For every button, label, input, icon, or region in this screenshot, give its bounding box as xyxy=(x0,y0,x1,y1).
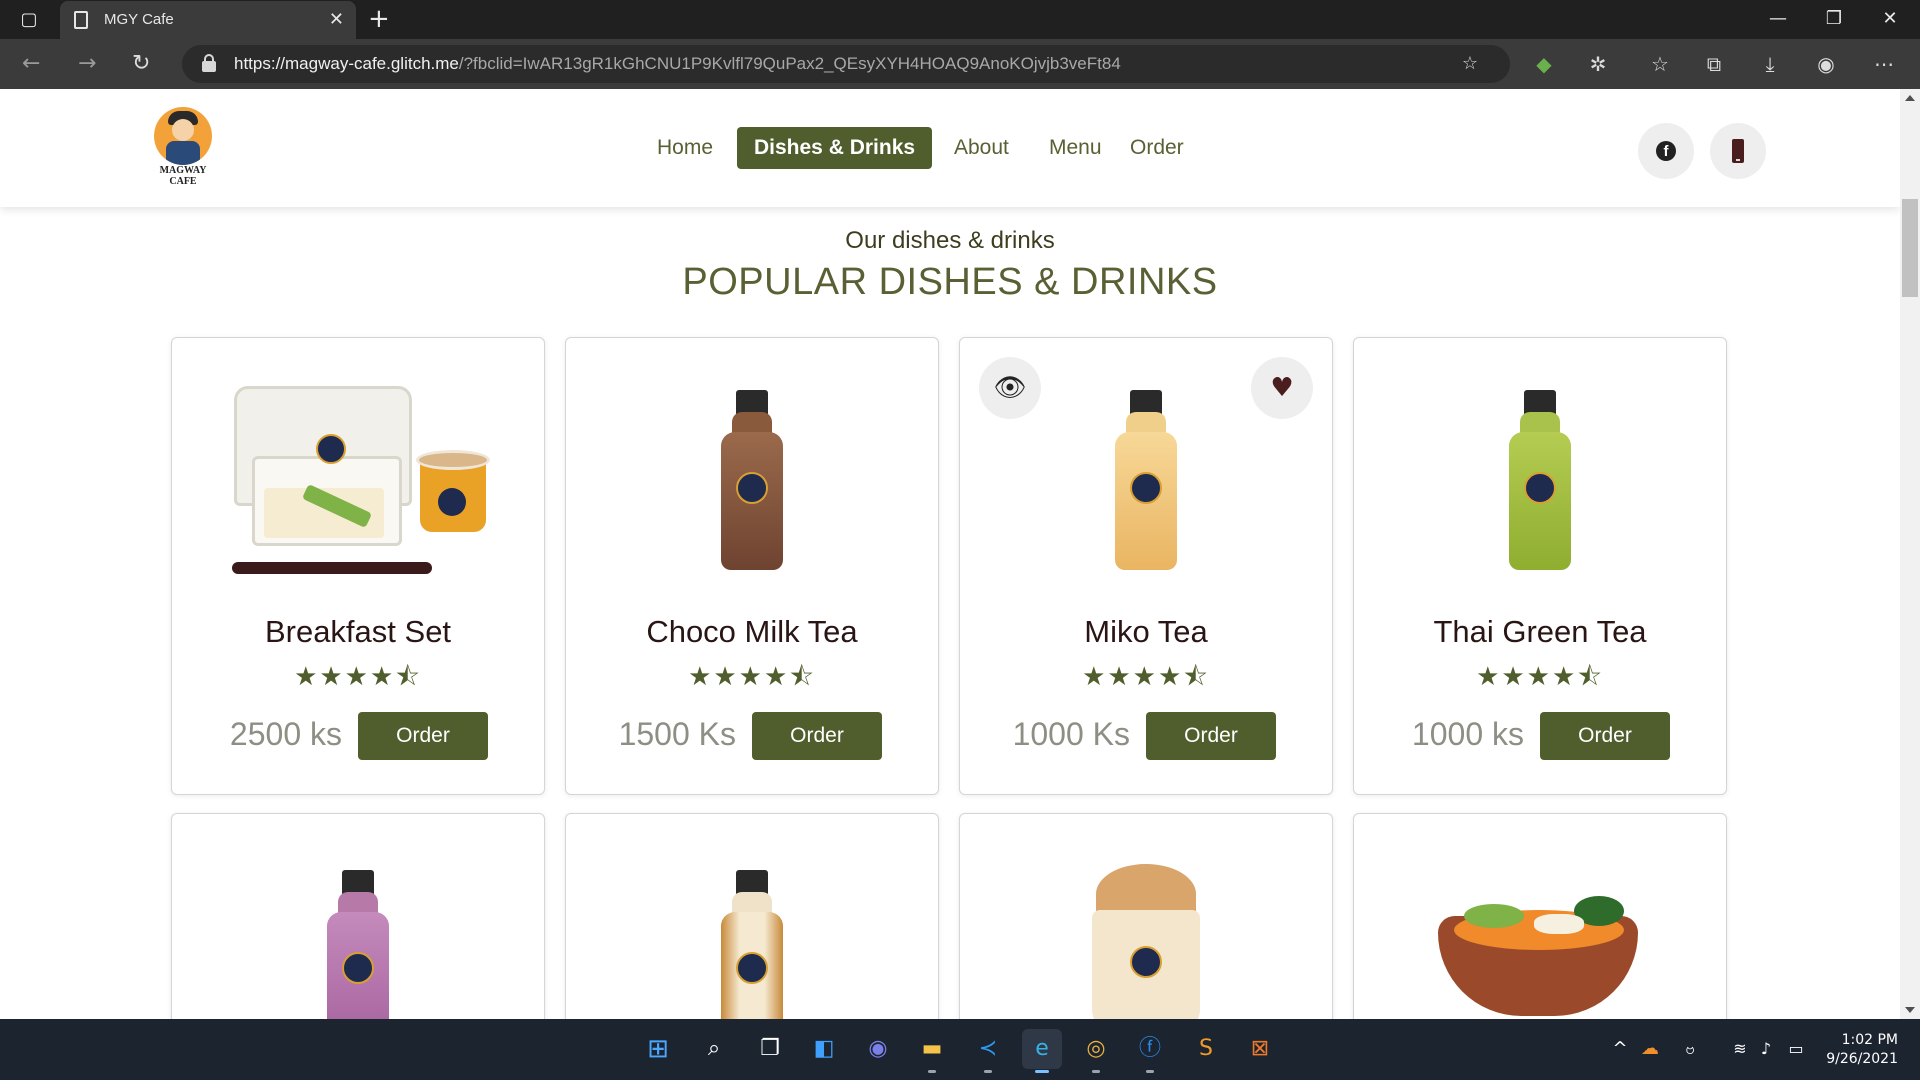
caramel-drink-image xyxy=(721,870,783,1019)
logo-emblem xyxy=(154,107,212,165)
forward-icon[interactable]: → xyxy=(78,39,96,89)
choco-milk-tea-image xyxy=(721,390,783,570)
product-name: Thai Green Tea xyxy=(1433,614,1647,649)
product-price: 1000 ks xyxy=(1411,716,1524,752)
nav-order[interactable]: Order xyxy=(1113,127,1201,169)
site-header: MAGWAY CAFE Home Dishes & Drinks About M… xyxy=(0,89,1900,207)
address-toolbar: ← → ↻ https://magway-cafe.glitch.me/?fbc… xyxy=(0,39,1920,89)
search-icon[interactable]: ⌕ xyxy=(694,1029,734,1069)
language-icon[interactable]: ဗ xyxy=(1670,1029,1710,1069)
phone-button[interactable] xyxy=(1710,123,1766,179)
product-price: 1500 Ks xyxy=(618,716,736,752)
phone-icon xyxy=(1732,139,1744,163)
product-card-miko-tea[interactable]: 👁 ♥ Miko Tea ★★★★⯪ 1000 Ks Order xyxy=(959,337,1333,795)
url-text[interactable]: https://magway-cafe.glitch.me/?fbclid=Iw… xyxy=(234,54,1121,74)
miko-tea-image xyxy=(1115,390,1177,570)
nav-menu[interactable]: Menu xyxy=(1032,127,1119,169)
browser-tab[interactable]: MGY Cafe ✕ xyxy=(60,1,356,39)
nav-about[interactable]: About xyxy=(937,127,1026,169)
tab-title: MGY Cafe xyxy=(104,11,174,28)
restore-icon[interactable]: ❐ xyxy=(1806,0,1862,39)
favorites-icon[interactable]: ☆ xyxy=(1640,39,1680,89)
page-scrollbar[interactable] xyxy=(1900,89,1920,1019)
back-icon[interactable]: ← xyxy=(22,39,40,89)
order-button[interactable]: Order xyxy=(752,712,882,760)
sublime-icon[interactable]: S xyxy=(1186,1029,1226,1069)
extensions-icon[interactable]: ✲ xyxy=(1578,39,1618,89)
facebook-button[interactable]: f xyxy=(1638,123,1694,179)
product-card[interactable] xyxy=(171,813,545,1019)
cloud-icon[interactable]: ☁ xyxy=(1630,1029,1670,1069)
product-name: Choco Milk Tea xyxy=(646,614,858,649)
clock-time: 1:02 PM xyxy=(1841,1032,1898,1048)
section-title: POPULAR DISHES & DRINKS xyxy=(682,261,1218,303)
product-card-thai-green-tea[interactable]: Thai Green Tea ★★★★⯪ 1000 ks Order xyxy=(1353,337,1727,795)
new-tab-icon[interactable]: + xyxy=(368,0,390,38)
collections-icon[interactable]: ⧉ xyxy=(1694,39,1734,89)
site-logo[interactable]: MAGWAY CAFE xyxy=(148,107,218,189)
downloads-icon[interactable]: ⤓ xyxy=(1750,39,1790,89)
taskbar: ⊞ ⌕ ❐ ◧ ◉ ▬ ≺ e ◎ ⓕ S ⊠ ^ ☁ ဗ ≋ ♪ ▭ 1:02… xyxy=(0,1019,1920,1080)
rating-stars: ★★★★⯪ xyxy=(294,662,422,692)
widgets-icon[interactable]: ◧ xyxy=(804,1029,844,1069)
rating-stars: ★★★★⯪ xyxy=(1082,662,1210,692)
product-price: 2500 ks xyxy=(229,716,342,752)
product-card[interactable] xyxy=(959,813,1333,1019)
more-options-icon[interactable]: ⋯ xyxy=(1864,39,1904,89)
extension-icon[interactable]: ◆ xyxy=(1524,39,1564,89)
rating-stars: ★★★★⯪ xyxy=(688,662,816,692)
product-name: Miko Tea xyxy=(1084,614,1208,649)
profile-avatar[interactable]: ◉ xyxy=(1806,39,1846,89)
add-favorite-icon[interactable]: ☆ xyxy=(1450,39,1490,89)
facebook-app-icon[interactable]: ⓕ xyxy=(1130,1029,1170,1073)
lock-icon[interactable] xyxy=(202,54,216,72)
order-button[interactable]: Order xyxy=(358,712,488,760)
xampp-icon[interactable]: ⊠ xyxy=(1240,1029,1280,1069)
product-card-choco-milk-tea[interactable]: Choco Milk Tea ★★★★⯪ 1500 Ks Order xyxy=(565,337,939,795)
vscode-icon[interactable]: ≺ xyxy=(968,1029,1008,1073)
thai-green-tea-image xyxy=(1509,390,1571,570)
browser-tab-bar: ▢ MGY Cafe ✕ + — ❐ ✕ xyxy=(0,0,1920,39)
section-subtitle: Our dishes & drinks xyxy=(845,227,1055,254)
url-query: /?fbclid=IwAR13gR1kGhCNU1P9Kvlfl79QuPax2… xyxy=(458,54,1121,73)
minimize-icon[interactable]: — xyxy=(1750,0,1806,39)
rating-stars: ★★★★⯪ xyxy=(1476,662,1604,692)
nav-dishes-drinks[interactable]: Dishes & Drinks xyxy=(737,127,933,169)
product-card[interactable] xyxy=(565,813,939,1019)
nav-home[interactable]: Home xyxy=(640,127,730,169)
heart-icon[interactable]: ♥ xyxy=(1251,357,1313,419)
refresh-icon[interactable]: ↻ xyxy=(132,39,150,89)
close-window-icon[interactable]: ✕ xyxy=(1862,0,1918,39)
battery-icon[interactable]: ▭ xyxy=(1776,1029,1816,1069)
tab-actions-icon[interactable]: ▢ xyxy=(14,0,44,39)
address-bar[interactable]: https://magway-cafe.glitch.me/?fbclid=Iw… xyxy=(182,45,1510,83)
url-host: https://magway-cafe.glitch.me xyxy=(234,54,459,73)
page-icon xyxy=(74,11,88,29)
product-price: 1000 Ks xyxy=(1012,716,1130,752)
logo-text-line2: CAFE xyxy=(169,176,197,187)
order-button[interactable]: Order xyxy=(1146,712,1276,760)
clock[interactable]: 1:02 PM 9/26/2021 xyxy=(1826,1031,1898,1069)
scroll-down-icon[interactable] xyxy=(1905,1007,1915,1013)
berry-drink-image xyxy=(327,870,389,1019)
product-card[interactable] xyxy=(1353,813,1727,1019)
product-name: Breakfast Set xyxy=(264,614,452,649)
logo-text: MAGWAY CAFE xyxy=(148,165,218,187)
scrollbar-thumb[interactable] xyxy=(1902,199,1918,297)
chrome-icon[interactable]: ◎ xyxy=(1076,1029,1116,1073)
chat-icon[interactable]: ◉ xyxy=(858,1029,898,1069)
view-icon[interactable]: 👁 xyxy=(979,357,1041,419)
web-page: MAGWAY CAFE Home Dishes & Drinks About M… xyxy=(0,89,1900,1019)
close-tab-icon[interactable]: ✕ xyxy=(329,9,344,30)
product-card-breakfast-set[interactable]: Breakfast Set ★★★★⯪ 2500 ks Order xyxy=(171,337,545,795)
task-view-icon[interactable]: ❐ xyxy=(750,1029,790,1069)
file-explorer-icon[interactable]: ▬ xyxy=(912,1029,952,1073)
scroll-up-icon[interactable] xyxy=(1905,95,1915,101)
edge-icon[interactable]: e xyxy=(1022,1029,1062,1073)
logo-text-line1: MAGWAY xyxy=(159,165,207,176)
facebook-icon: f xyxy=(1656,141,1676,161)
clock-date: 9/26/2021 xyxy=(1826,1051,1898,1067)
order-button[interactable]: Order xyxy=(1540,712,1670,760)
start-icon[interactable]: ⊞ xyxy=(638,1029,678,1069)
